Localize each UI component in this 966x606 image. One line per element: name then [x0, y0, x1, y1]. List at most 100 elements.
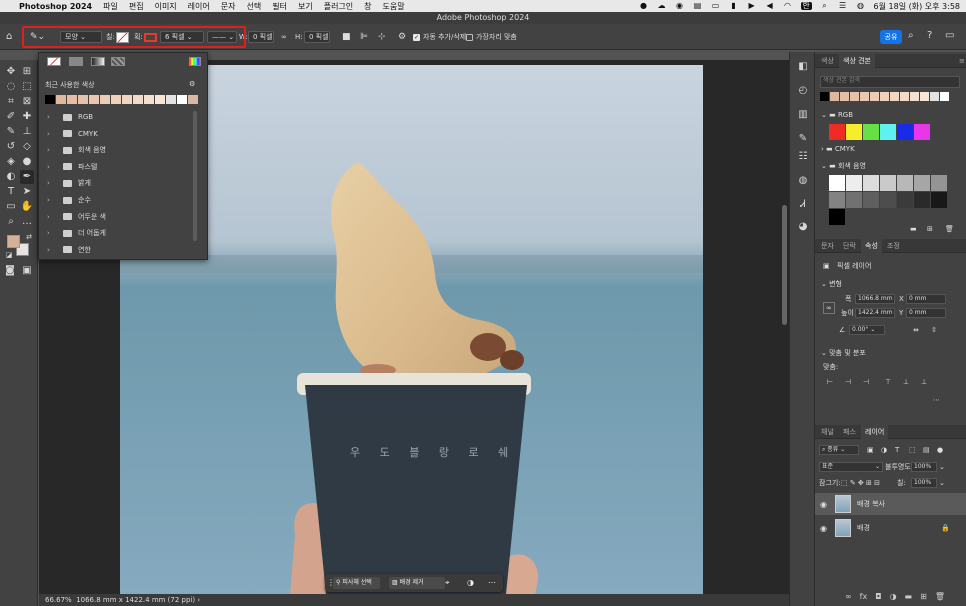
menu-plugins[interactable]: 플러그인 [324, 1, 353, 12]
filter-shape-icon[interactable]: ⬚ [909, 445, 916, 455]
control-center-icon[interactable]: ☰ [838, 2, 848, 10]
recent-color-swatch[interactable] [850, 92, 859, 101]
navigator-panel-icon[interactable]: ◕ [796, 220, 810, 234]
eyedropper-tool-icon[interactable]: ✐ [4, 110, 18, 124]
history-panel-icon[interactable]: ◴ [796, 84, 810, 98]
swatch-folder[interactable]: › RGB [47, 110, 93, 124]
remove-background-button[interactable]: ▨ 배경 제거 [389, 577, 445, 589]
message-icon[interactable]: ▤ [693, 2, 703, 10]
layer-row-background-copy[interactable]: ◉ 배경 복사 [815, 493, 966, 515]
tab-layers[interactable]: 레이어 [861, 425, 889, 439]
rgb-color-swatch[interactable] [863, 124, 879, 140]
gray-color-swatch[interactable] [863, 175, 879, 191]
layer-mask-icon[interactable]: ◘ [875, 592, 881, 604]
menu-layer[interactable]: 레이어 [188, 1, 210, 12]
notification-icon[interactable]: ◉ [675, 2, 685, 10]
type-tool-icon[interactable]: T [4, 185, 18, 199]
eraser-tool-icon[interactable]: ◇ [20, 140, 34, 154]
no-color-button[interactable] [47, 57, 61, 66]
gray-color-swatch[interactable] [846, 192, 862, 208]
recent-color-swatch[interactable] [920, 92, 929, 101]
menu-image[interactable]: 이미지 [155, 1, 177, 12]
rgb-color-swatch[interactable] [880, 124, 896, 140]
recent-color-swatch[interactable] [870, 92, 879, 101]
path-alignment-icon[interactable]: ⊫ [360, 31, 368, 43]
layer-row-background[interactable]: ◉ 배경 🔒 [815, 517, 966, 539]
dodge-tool-icon[interactable]: ◐ [4, 170, 18, 184]
fill-field[interactable]: 100% [911, 478, 937, 488]
recent-color-swatch[interactable] [930, 92, 939, 101]
chevron-right-icon[interactable]: › [47, 229, 53, 237]
gray-color-swatch[interactable] [829, 192, 845, 208]
gray-color-swatch[interactable] [829, 209, 845, 225]
move-tool-icon[interactable]: ✥ [4, 65, 18, 79]
align-left-icon[interactable]: ⊢ [827, 377, 833, 387]
more-options-icon[interactable]: ⋯ [488, 577, 496, 589]
healing-brush-icon[interactable]: ✚ [20, 110, 34, 124]
siri-icon[interactable]: ◍ [856, 2, 866, 10]
lasso-tool-icon[interactable]: ◌ [4, 80, 18, 94]
opacity-field[interactable]: 100% [911, 462, 937, 472]
spotlight-search-icon[interactable]: ⌕ [820, 2, 830, 10]
paint-bucket-icon[interactable]: ◈ [4, 155, 18, 169]
new-layer-icon[interactable]: ⊞ [920, 592, 927, 604]
link-icon[interactable]: ∞ [281, 31, 287, 43]
workspace-icon[interactable]: ▭ [945, 30, 954, 42]
group-rgb[interactable]: ⌄ ▬ RGB [821, 110, 853, 120]
recent-color-swatch[interactable] [56, 95, 66, 104]
panel-menu-icon[interactable]: ≡ [955, 54, 966, 68]
share-button[interactable]: 공유 [880, 30, 902, 44]
recent-color-swatch[interactable] [133, 95, 143, 104]
chevron-right-icon[interactable]: › [47, 163, 53, 171]
recent-color-swatch[interactable] [67, 95, 77, 104]
angle-field[interactable]: 0.00° ⌄ [849, 325, 885, 335]
gradient-button[interactable] [91, 57, 105, 66]
wifi-icon[interactable]: ◠ [783, 2, 793, 10]
tab-paragraph[interactable]: 단락 [839, 239, 860, 253]
crop-tool-icon[interactable]: ⌗ [4, 95, 18, 109]
width-field[interactable]: 0 픽셀 [248, 31, 274, 43]
recent-color-swatch[interactable] [144, 95, 154, 104]
app-menu[interactable]: Photoshop 2024 [19, 2, 92, 11]
menu-file[interactable]: 파일 [103, 1, 118, 12]
fill-dropdown-icon[interactable]: ⌄ [939, 478, 945, 488]
link-dimensions-icon[interactable]: ∞ [823, 302, 835, 314]
more-tools-icon[interactable]: … [20, 215, 34, 229]
chevron-right-icon[interactable]: › [47, 179, 53, 187]
gray-color-swatch[interactable] [880, 175, 896, 191]
flip-vertical-icon[interactable]: ⇳ [931, 325, 937, 335]
menu-help[interactable]: 도움말 [383, 1, 405, 12]
recent-color-swatch[interactable] [820, 92, 829, 101]
gray-color-swatch[interactable] [897, 192, 913, 208]
solid-color-button[interactable] [69, 57, 83, 66]
link-layers-icon[interactable]: ∞ [845, 592, 852, 604]
swatch-folder[interactable]: › 파스텔 [47, 160, 97, 174]
color-panel-icon[interactable]: ◧ [796, 60, 810, 74]
chevron-right-icon[interactable]: › [47, 146, 53, 154]
group-icon[interactable]: ▬ [905, 592, 913, 604]
swap-colors-icon[interactable]: ⇄ [22, 230, 36, 244]
visibility-eye-icon[interactable]: ◉ [820, 500, 827, 509]
gray-color-swatch[interactable] [931, 175, 947, 191]
creative-cloud-icon[interactable]: ☁ [657, 2, 667, 10]
brush-tool-icon[interactable]: ✎ [4, 125, 18, 139]
swatch-folder[interactable]: › 연한 [47, 243, 91, 257]
menu-filter[interactable]: 필터 [272, 1, 287, 12]
delete-swatch-icon[interactable]: 🗑 [945, 224, 954, 234]
new-group-icon[interactable]: ▬ [910, 224, 917, 234]
screen-mode-icon[interactable]: ▣ [20, 264, 34, 278]
adjustment-layer-icon[interactable]: ◑ [890, 592, 897, 604]
gray-color-swatch[interactable] [931, 192, 947, 208]
chevron-right-icon[interactable]: › [47, 246, 53, 254]
recent-color-swatch[interactable] [89, 95, 99, 104]
rgb-color-swatch[interactable] [829, 124, 845, 140]
swatch-folder[interactable]: › 회색 음영 [47, 143, 106, 157]
gray-color-swatch[interactable] [880, 192, 896, 208]
menu-window[interactable]: 창 [364, 1, 371, 12]
menu-view[interactable]: 보기 [298, 1, 313, 12]
gray-color-swatch[interactable] [914, 175, 930, 191]
recent-color-swatch[interactable] [166, 95, 176, 104]
recent-color-swatch[interactable] [880, 92, 889, 101]
align-top-icon[interactable]: ⊤ [885, 377, 891, 387]
chevron-right-icon[interactable]: › [47, 130, 53, 138]
